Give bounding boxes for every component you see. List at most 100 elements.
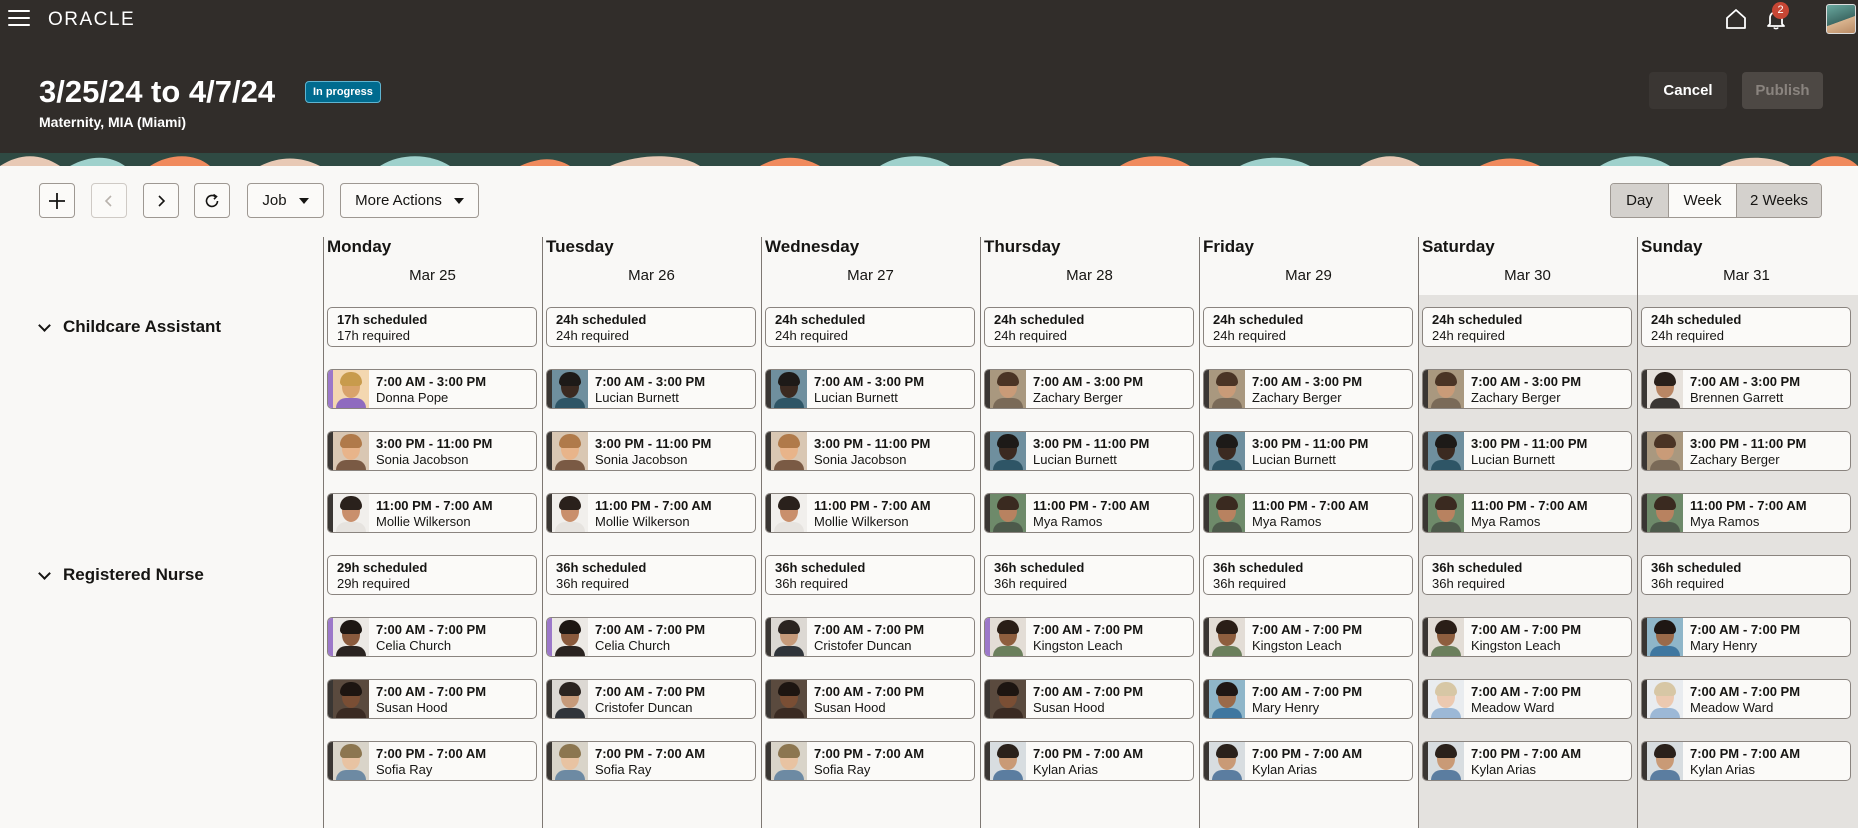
publish-button[interactable]: Publish — [1742, 72, 1823, 109]
shift-card[interactable]: 7:00 AM - 7:00 PM Kingston Leach — [1203, 617, 1413, 657]
coverage-summary[interactable]: 36h scheduled 36h required — [984, 555, 1194, 595]
day-header-date: Mar 30 — [1504, 267, 1551, 284]
photo-body — [774, 708, 804, 718]
shift-card[interactable]: 7:00 AM - 3:00 PM Zachary Berger — [1422, 369, 1632, 409]
shift-card[interactable]: 7:00 AM - 7:00 PM Meadow Ward — [1422, 679, 1632, 719]
scheduled-hours: 17h scheduled — [337, 312, 428, 327]
shift-time: 7:00 PM - 7:00 AM — [1252, 746, 1363, 761]
photo-hair — [1435, 496, 1457, 510]
shift-card[interactable]: 7:00 AM - 3:00 PM Zachary Berger — [1203, 369, 1413, 409]
refresh-button[interactable] — [194, 183, 230, 218]
photo-body — [1212, 646, 1242, 656]
coverage-summary[interactable]: 36h scheduled 36h required — [546, 555, 756, 595]
shift-card[interactable]: 7:00 PM - 7:00 AM Kylan Arias — [984, 741, 1194, 781]
employee-name: Lucian Burnett — [1252, 452, 1336, 467]
shift-card[interactable]: 7:00 AM - 7:00 PM Mary Henry — [1641, 617, 1851, 657]
shift-card[interactable]: 11:00 PM - 7:00 AM Mollie Wilkerson — [546, 493, 756, 533]
home-icon[interactable] — [1725, 8, 1747, 30]
shift-card[interactable]: 11:00 PM - 7:00 AM Mya Ramos — [1641, 493, 1851, 533]
shift-card[interactable]: 3:00 PM - 11:00 PM Sonia Jacobson — [546, 431, 756, 471]
coverage-summary[interactable]: 24h scheduled 24h required — [1641, 307, 1851, 347]
menu-icon[interactable] — [8, 10, 30, 28]
coverage-summary[interactable]: 29h scheduled 29h required — [327, 555, 537, 595]
view-week[interactable]: Week — [1669, 184, 1737, 217]
employee-name: Mya Ramos — [1252, 514, 1322, 529]
more-actions-dropdown[interactable]: More Actions — [340, 183, 479, 218]
photo-hair — [559, 744, 581, 758]
cancel-button[interactable]: Cancel — [1649, 72, 1727, 109]
view-day[interactable]: Day — [1611, 184, 1669, 217]
shift-card[interactable]: 11:00 PM - 7:00 AM Mollie Wilkerson — [765, 493, 975, 533]
shift-card[interactable]: 7:00 AM - 3:00 PM Zachary Berger — [984, 369, 1194, 409]
coverage-summary[interactable]: 24h scheduled 24h required — [1422, 307, 1632, 347]
shift-card[interactable]: 7:00 PM - 7:00 AM Sofia Ray — [765, 741, 975, 781]
next-button[interactable] — [143, 183, 179, 218]
shift-text: 3:00 PM - 11:00 PM Lucian Burnett — [1245, 432, 1368, 470]
shift-card[interactable]: 11:00 PM - 7:00 AM Mollie Wilkerson — [327, 493, 537, 533]
employee-name: Sofia Ray — [595, 762, 652, 777]
coverage-summary[interactable]: 24h scheduled 24h required — [765, 307, 975, 347]
coverage-summary[interactable]: 24h scheduled 24h required — [984, 307, 1194, 347]
shift-card[interactable]: 7:00 AM - 3:00 PM Donna Pope — [327, 369, 537, 409]
shift-card[interactable]: 7:00 PM - 7:00 AM Kylan Arias — [1422, 741, 1632, 781]
shift-text: 7:00 AM - 7:00 PM Celia Church — [369, 618, 486, 656]
shift-card[interactable]: 3:00 PM - 11:00 PM Lucian Burnett — [1422, 431, 1632, 471]
photo-body — [1650, 460, 1680, 470]
shift-card[interactable]: 11:00 PM - 7:00 AM Mya Ramos — [1203, 493, 1413, 533]
shift-card[interactable]: 7:00 AM - 3:00 PM Lucian Burnett — [765, 369, 975, 409]
shift-card[interactable]: 7:00 AM - 7:00 PM Cristofer Duncan — [765, 617, 975, 657]
shift-card[interactable]: 11:00 PM - 7:00 AM Mya Ramos — [1422, 493, 1632, 533]
shift-card[interactable]: 3:00 PM - 11:00 PM Lucian Burnett — [984, 431, 1194, 471]
shift-text: 7:00 PM - 7:00 AM Kylan Arias — [1464, 742, 1581, 780]
photo-body — [1431, 398, 1461, 408]
group-toggle-childcare-assistant[interactable]: Childcare Assistant — [38, 317, 221, 337]
shift-card[interactable]: 7:00 PM - 7:00 AM Kylan Arias — [1641, 741, 1851, 781]
shift-card[interactable]: 3:00 PM - 11:00 PM Sonia Jacobson — [327, 431, 537, 471]
scheduled-hours: 24h scheduled — [556, 312, 647, 327]
coverage-summary[interactable]: 36h scheduled 36h required — [765, 555, 975, 595]
shift-card[interactable]: 7:00 PM - 7:00 AM Sofia Ray — [546, 741, 756, 781]
shift-card[interactable]: 3:00 PM - 11:00 PM Sonia Jacobson — [765, 431, 975, 471]
shift-card[interactable]: 7:00 AM - 7:00 PM Susan Hood — [984, 679, 1194, 719]
shift-card[interactable]: 7:00 AM - 7:00 PM Cristofer Duncan — [546, 679, 756, 719]
shift-card[interactable]: 7:00 AM - 3:00 PM Lucian Burnett — [546, 369, 756, 409]
group-toggle-registered-nurse[interactable]: Registered Nurse — [38, 565, 204, 585]
required-hours: 36h required — [775, 576, 848, 591]
employee-photo — [552, 680, 588, 718]
shift-card[interactable]: 7:00 PM - 7:00 AM Kylan Arias — [1203, 741, 1413, 781]
coverage-summary[interactable]: 36h scheduled 36h required — [1422, 555, 1632, 595]
shift-card[interactable]: 7:00 AM - 7:00 PM Celia Church — [327, 617, 537, 657]
user-avatar[interactable] — [1826, 4, 1856, 34]
shift-card[interactable]: 7:00 AM - 7:00 PM Mary Henry — [1203, 679, 1413, 719]
required-hours: 36h required — [1213, 576, 1286, 591]
shift-card[interactable]: 7:00 AM - 3:00 PM Brennen Garrett — [1641, 369, 1851, 409]
shift-card[interactable]: 7:00 AM - 7:00 PM Meadow Ward — [1641, 679, 1851, 719]
shift-card[interactable]: 3:00 PM - 11:00 PM Zachary Berger — [1641, 431, 1851, 471]
photo-hair — [1435, 744, 1457, 758]
coverage-summary[interactable]: 17h scheduled 17h required — [327, 307, 537, 347]
shift-card[interactable]: 11:00 PM - 7:00 AM Mya Ramos — [984, 493, 1194, 533]
shift-card[interactable]: 7:00 AM - 7:00 PM Celia Church — [546, 617, 756, 657]
coverage-summary[interactable]: 36h scheduled 36h required — [1641, 555, 1851, 595]
previous-button[interactable] — [91, 183, 127, 218]
shift-text: 11:00 PM - 7:00 AM Mya Ramos — [1245, 494, 1369, 532]
shift-card[interactable]: 3:00 PM - 11:00 PM Lucian Burnett — [1203, 431, 1413, 471]
employee-name: Donna Pope — [376, 390, 449, 405]
coverage-summary[interactable]: 36h scheduled 36h required — [1203, 555, 1413, 595]
employee-name: Cristofer Duncan — [814, 638, 912, 653]
shift-card[interactable]: 7:00 AM - 7:00 PM Kingston Leach — [1422, 617, 1632, 657]
shift-card[interactable]: 7:00 AM - 7:00 PM Kingston Leach — [984, 617, 1194, 657]
oracle-logo[interactable]: ORACLE — [48, 9, 135, 31]
required-hours: 24h required — [1651, 328, 1724, 343]
shift-text: 3:00 PM - 11:00 PM Sonia Jacobson — [807, 432, 930, 470]
view-2-weeks[interactable]: 2 Weeks — [1737, 184, 1821, 217]
coverage-summary[interactable]: 24h scheduled 24h required — [546, 307, 756, 347]
view-switcher: Day Week 2 Weeks — [1610, 183, 1822, 218]
add-button[interactable] — [39, 183, 75, 218]
day-header-name: Saturday — [1422, 237, 1495, 256]
coverage-summary[interactable]: 24h scheduled 24h required — [1203, 307, 1413, 347]
shift-card[interactable]: 7:00 AM - 7:00 PM Susan Hood — [327, 679, 537, 719]
shift-card[interactable]: 7:00 AM - 7:00 PM Susan Hood — [765, 679, 975, 719]
shift-card[interactable]: 7:00 PM - 7:00 AM Sofia Ray — [327, 741, 537, 781]
job-dropdown[interactable]: Job — [247, 183, 324, 218]
